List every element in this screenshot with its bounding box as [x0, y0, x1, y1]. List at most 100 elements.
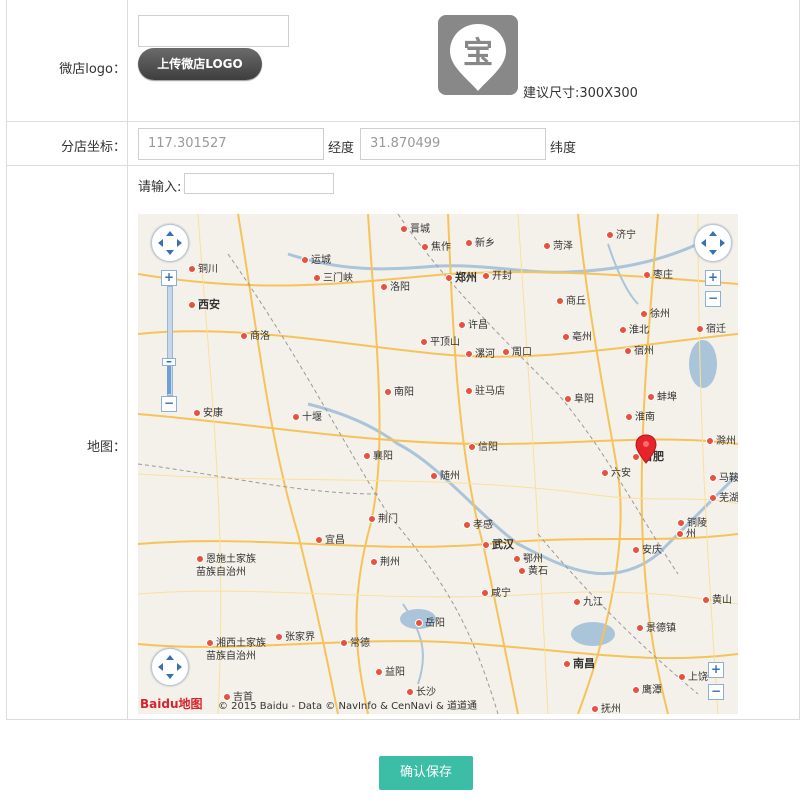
city-label: 西安: [188, 296, 220, 312]
logo-path-input[interactable]: [138, 15, 289, 47]
latitude-input[interactable]: 31.870499: [360, 128, 546, 160]
city-label: 益阳: [375, 663, 405, 678]
zoom-out-button-bottom[interactable]: −: [708, 684, 724, 700]
logo-size-hint: 建议尺寸:300X300: [523, 86, 638, 101]
city-dot-icon: [240, 332, 248, 340]
city-dot-icon: [275, 633, 283, 641]
city-label: 湘西土家族 苗族自治州: [206, 638, 266, 662]
city-dot-icon: [709, 494, 717, 502]
city-dot-icon: [481, 589, 489, 597]
city-label: 漯河: [465, 345, 495, 360]
longitude-input[interactable]: 117.301527: [138, 128, 324, 160]
city-label: 张家界: [275, 628, 315, 643]
city-label: 九江: [573, 593, 603, 608]
baidu-map[interactable]: 晋城 焦作 新乡 菏泽 济宁 铜川 运城 三门峡 郑州 开封 枣庄 西安 洛阳 …: [138, 214, 738, 714]
logo-label: 微店logo：: [59, 62, 126, 77]
city-label: 岳阳: [415, 614, 445, 629]
city-label: 阜阳: [564, 390, 594, 405]
city-label: 黄石: [518, 562, 548, 577]
city-dot-icon: [636, 624, 644, 632]
pan-arrows-icon: [158, 231, 182, 255]
city-dot-icon: [375, 668, 383, 676]
city-label: 安康: [193, 404, 223, 419]
shop-logo-preview: 宝: [438, 15, 518, 95]
city-label: 长沙: [406, 683, 436, 698]
city-label: 开封: [482, 267, 512, 282]
city-dot-icon: [482, 272, 490, 280]
zoom-in-button-right[interactable]: +: [705, 270, 721, 286]
city-dot-icon: [301, 256, 309, 264]
city-dot-icon: [676, 530, 684, 538]
city-label: 黄山: [702, 591, 732, 606]
city-dot-icon: [368, 515, 376, 523]
city-dot-icon: [188, 265, 196, 273]
city-label: 淮北: [619, 321, 649, 336]
city-dot-icon: [196, 555, 204, 563]
logo-glyph: 宝: [463, 36, 493, 71]
map-pan-control[interactable]: [151, 224, 189, 262]
city-dot-icon: [430, 472, 438, 480]
city-label: 驻马店: [465, 382, 505, 397]
map-pan-control-bottom[interactable]: [151, 648, 189, 686]
longitude-label: 经度: [328, 141, 355, 156]
city-label: 蚌埠: [647, 388, 677, 403]
city-label: 滁州: [706, 432, 736, 447]
baidu-map-logo: Baidu地图: [140, 697, 203, 711]
city-label: 运城: [301, 251, 331, 266]
city-dot-icon: [340, 639, 348, 647]
city-dot-icon: [363, 452, 371, 460]
city-label: 信阳: [468, 438, 498, 453]
city-label: 郑州: [445, 269, 477, 285]
city-label: 荆州: [370, 553, 400, 568]
city-dot-icon: [465, 387, 473, 395]
location-marker-icon[interactable]: [635, 434, 657, 464]
zoom-slider-handle[interactable]: –: [162, 355, 176, 367]
city-label: 济宁: [606, 226, 636, 241]
city-dot-icon: [313, 274, 321, 282]
city-dot-icon: [406, 688, 414, 696]
upload-logo-button[interactable]: 上传微店LOGO: [138, 48, 262, 80]
city-dot-icon: [625, 413, 633, 421]
latitude-label: 纬度: [550, 141, 577, 156]
city-dot-icon: [564, 395, 572, 403]
city-label: 徐州: [640, 305, 670, 320]
city-dot-icon: [482, 541, 490, 549]
zoom-level-fill: [167, 364, 171, 394]
city-label: 马鞍: [709, 469, 738, 484]
city-dot-icon: [591, 705, 599, 713]
city-label: 枣庄: [643, 266, 673, 281]
map-label: 地图：: [86, 440, 126, 455]
city-dot-icon: [556, 297, 564, 305]
city-label: 孝感: [463, 516, 493, 531]
city-dot-icon: [709, 474, 717, 482]
zoom-in-button-bottom[interactable]: +: [708, 662, 724, 678]
coordinate-label: 分店坐标：: [60, 140, 126, 155]
zoom-out-button[interactable]: −: [161, 396, 177, 412]
city-label: 晋城: [400, 220, 430, 235]
zoom-out-button-right[interactable]: −: [705, 291, 721, 307]
zoom-in-button[interactable]: +: [161, 270, 177, 286]
city-label: 景德镇: [636, 619, 676, 634]
city-dot-icon: [632, 546, 640, 554]
city-label: 鹰潭: [632, 681, 662, 696]
city-label: 十堰: [292, 408, 322, 423]
city-dot-icon: [188, 301, 196, 309]
city-label: 咸宁: [481, 584, 511, 599]
city-dot-icon: [518, 567, 526, 575]
map-pan-control-right[interactable]: [694, 224, 732, 262]
city-label: 菏泽: [543, 237, 573, 252]
map-search-input[interactable]: [184, 173, 334, 194]
city-label: 宜昌: [315, 531, 345, 546]
city-dot-icon: [468, 443, 476, 451]
city-dot-icon: [678, 673, 686, 681]
city-dot-icon: [563, 660, 571, 668]
city-dot-icon: [445, 274, 453, 282]
city-dot-icon: [632, 686, 640, 694]
city-label: 安庆: [632, 541, 662, 556]
city-dot-icon: [696, 325, 704, 333]
city-label: 铜川: [188, 260, 218, 275]
city-dot-icon: [465, 239, 473, 247]
save-button[interactable]: 确认保存: [379, 756, 473, 790]
city-dot-icon: [400, 225, 408, 233]
city-dot-icon: [206, 639, 214, 647]
